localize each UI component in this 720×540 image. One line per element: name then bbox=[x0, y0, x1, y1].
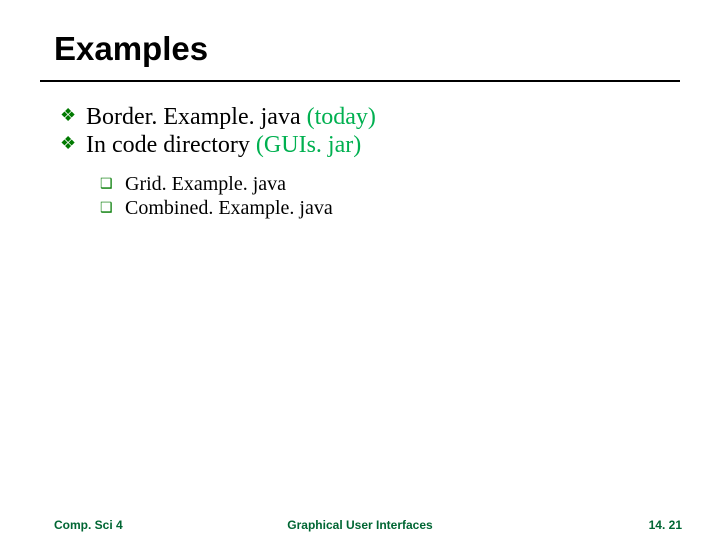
footer-center: Graphical User Interfaces bbox=[0, 518, 720, 532]
sub-bullet-2: ❑ Combined. Example. java bbox=[100, 197, 333, 220]
diamond-bullet-icon: ❖ bbox=[60, 106, 80, 126]
footer-right: 14. 21 bbox=[649, 518, 682, 532]
title-underline bbox=[40, 80, 680, 82]
bullet-2-annotation: (GUIs. jar) bbox=[256, 132, 361, 158]
bullet-1-text: Border. Example. java bbox=[86, 104, 307, 130]
square-bullet-icon: ❑ bbox=[100, 200, 120, 217]
bullet-2: ❖ In code directory (GUIs. jar) bbox=[60, 132, 361, 158]
sub-bullet-2-text: Combined. Example. java bbox=[125, 197, 333, 219]
slide: Examples ❖ Border. Example. java (today)… bbox=[0, 0, 720, 540]
bullet-2-text: In code directory bbox=[86, 132, 256, 158]
square-bullet-icon: ❑ bbox=[100, 176, 120, 193]
diamond-bullet-icon: ❖ bbox=[60, 134, 80, 154]
sub-bullet-1-text: Grid. Example. java bbox=[125, 173, 286, 195]
page-title: Examples bbox=[54, 30, 208, 68]
sub-bullet-1: ❑ Grid. Example. java bbox=[100, 173, 286, 196]
bullet-1: ❖ Border. Example. java (today) bbox=[60, 104, 376, 130]
bullet-1-annotation: (today) bbox=[307, 104, 376, 130]
